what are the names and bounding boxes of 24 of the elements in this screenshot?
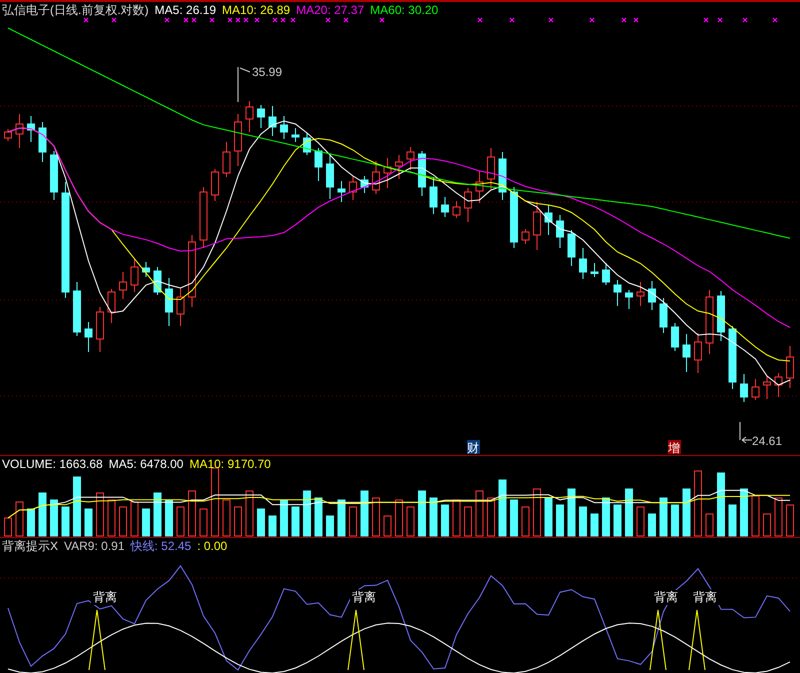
indicator-value: MA60: 30.20 xyxy=(370,3,438,17)
indicator-value: : 0.00 xyxy=(197,539,228,553)
signal-spike xyxy=(88,610,106,670)
chart-title: 弘信电子(日线.前复权.对数) xyxy=(2,3,149,17)
indicator-value: MA5: 26.19 xyxy=(154,3,216,17)
high-price-label: 35.99 xyxy=(238,65,282,102)
event-badge: 财 xyxy=(467,440,480,455)
indicator-value: VOLUME: 1663.68 xyxy=(2,457,103,471)
indicator-value: MA10: 26.89 xyxy=(222,3,290,17)
signal-spike xyxy=(650,610,666,670)
chart-title: 背离提示X xyxy=(2,539,58,553)
divergence-label: 背离 xyxy=(93,590,117,604)
divergence-label: 背离 xyxy=(654,590,678,604)
divergence-label: 背离 xyxy=(693,590,717,604)
event-badge: 增 xyxy=(668,440,681,455)
indicator-value: MA5: 6478.00 xyxy=(108,457,184,471)
indicator-value: VAR9: 0.91 xyxy=(64,539,124,553)
indicator-value: 快线: 52.45 xyxy=(130,539,192,553)
signal-spike xyxy=(348,610,364,670)
divergence-label: 背离 xyxy=(352,590,376,604)
indicator-value: MA10: 9170.70 xyxy=(189,457,271,471)
low-price-label: 24.61 xyxy=(740,422,782,448)
signal-spike xyxy=(688,610,706,670)
indicator-value: MA20: 27.37 xyxy=(296,3,364,17)
